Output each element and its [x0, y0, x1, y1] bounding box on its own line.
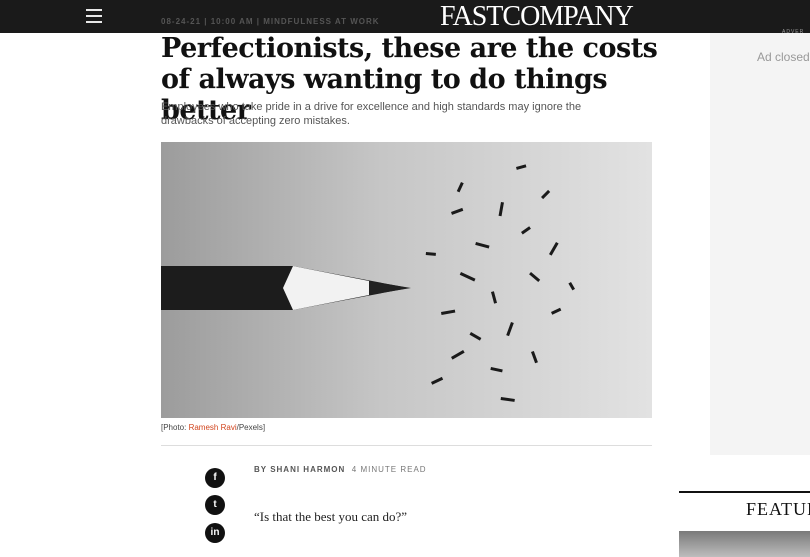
article-meta: 08-24-21 | 10:00 AM | MINDFULNESS AT WOR… [161, 17, 380, 26]
pencil-wood [283, 266, 369, 310]
features-rule [679, 491, 810, 493]
read-time: 4 MINUTE READ [351, 465, 427, 474]
pencil-lead [369, 281, 411, 295]
author-link[interactable]: BY SHANI HARMON [254, 465, 345, 474]
ad-label: ADVER [782, 29, 805, 35]
photo-caption: [Photo: Ramesh Ravi/Pexels] [161, 423, 266, 432]
top-navigation-bar: FASTCOMPANY [0, 0, 810, 33]
shavings [425, 164, 575, 402]
feature-thumbnail[interactable] [679, 531, 810, 557]
fast-company-logo[interactable]: FASTCOMPANY [440, 0, 634, 33]
divider [161, 445, 652, 446]
article-first-line: “Is that the best you can do?” [254, 509, 408, 524]
twitter-share-icon[interactable]: t [205, 495, 225, 515]
linkedin-share-icon[interactable]: in [205, 523, 225, 543]
article-hero-image [161, 142, 652, 418]
side-ad-slot [710, 33, 810, 455]
features-heading: FEATURE [746, 499, 810, 519]
byline: BY SHANI HARMON 4 MINUTE READ [254, 465, 427, 474]
article-dek: Employees who take pride in a drive for … [161, 101, 582, 127]
facebook-share-icon[interactable]: f [205, 468, 225, 488]
ad-closed-text: Ad closed [757, 50, 810, 64]
pencil-shavings-illustration [161, 164, 575, 402]
photo-credit-link[interactable]: Ramesh Ravi [189, 423, 237, 432]
hamburger-menu-icon[interactable] [86, 9, 102, 23]
